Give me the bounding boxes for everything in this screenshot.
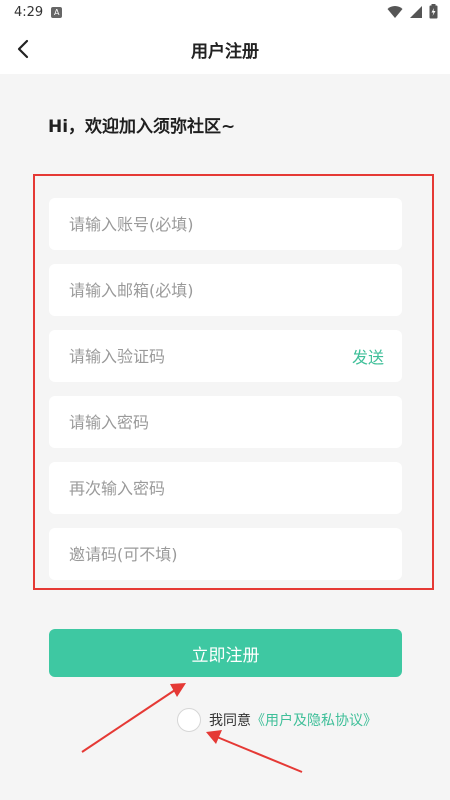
agree-checkbox[interactable] — [177, 708, 201, 732]
email-field[interactable] — [49, 264, 402, 316]
confirm-password-field[interactable] — [49, 462, 402, 514]
privacy-agreement-link[interactable]: 《用户及隐私协议》 — [251, 710, 377, 730]
back-button[interactable] — [10, 36, 36, 62]
email-input[interactable] — [67, 279, 384, 301]
app-bar: 用户注册 — [0, 24, 450, 74]
page-title: 用户注册 — [191, 41, 259, 62]
welcome-heading: Hi，欢迎加入须弥社区~ — [48, 117, 236, 137]
notification-a-icon: A — [51, 6, 63, 18]
agreement-row: 我同意 《用户及隐私协议》 — [177, 706, 377, 734]
verification-code-input[interactable] — [67, 345, 342, 367]
agree-label: 我同意 — [209, 713, 251, 729]
chevron-left-icon — [17, 39, 29, 59]
send-code-button[interactable]: 发送 — [352, 344, 384, 368]
status-icons — [387, 4, 438, 19]
arrow-to-checkbox — [206, 730, 303, 773]
verification-code-field[interactable]: 发送 — [49, 330, 402, 382]
arrow-to-register — [81, 683, 186, 753]
account-field[interactable] — [49, 198, 402, 250]
battery-icon — [429, 4, 438, 19]
status-time: 4:29 — [14, 4, 44, 20]
invite-code-input[interactable] — [67, 543, 384, 565]
wifi-icon — [387, 5, 403, 18]
confirm-password-input[interactable] — [67, 477, 384, 499]
account-input[interactable] — [67, 213, 384, 235]
register-button[interactable]: 立即注册 — [49, 629, 402, 677]
password-input[interactable] — [67, 411, 384, 433]
invite-code-field[interactable] — [49, 528, 402, 580]
status-bar: 4:29 A — [0, 0, 450, 24]
signal-icon — [410, 5, 422, 18]
password-field[interactable] — [49, 396, 402, 448]
